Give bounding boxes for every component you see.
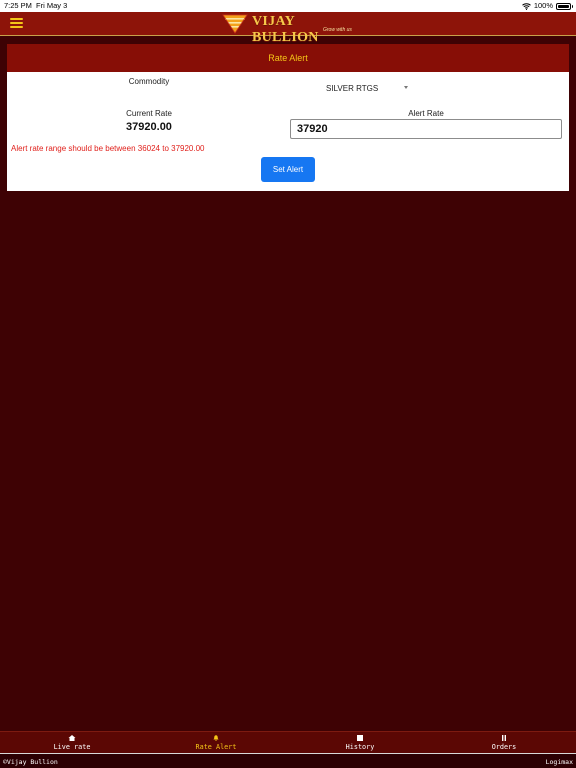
dropdown-caret-icon bbox=[404, 86, 408, 89]
set-alert-button[interactable]: Set Alert bbox=[261, 157, 315, 182]
alert-range-message: Alert rate range should be between 36024… bbox=[11, 144, 205, 153]
current-rate-label: Current Rate bbox=[126, 109, 172, 118]
status-bar: 7:25 PM Fri May 3 100% bbox=[0, 0, 576, 12]
commodity-selected-value: SILVER RTGS bbox=[326, 84, 379, 93]
status-date: Fri May 3 bbox=[36, 1, 68, 10]
footer: ©Vijay Bullion Logimax bbox=[0, 753, 576, 768]
battery-icon bbox=[556, 2, 573, 10]
app-header: VIJAY BULLION Grow with us bbox=[0, 12, 576, 45]
tab-label: Orders bbox=[491, 743, 517, 751]
tab-rate-alert[interactable]: Rate Alert bbox=[144, 732, 288, 754]
history-icon bbox=[357, 735, 363, 741]
footer-copyright: ©Vijay Bullion bbox=[3, 758, 58, 766]
alert-rate-label: Alert Rate bbox=[408, 109, 444, 118]
status-time: 7:25 PM bbox=[4, 1, 32, 10]
tab-live-rate[interactable]: Live rate bbox=[0, 732, 144, 754]
status-right: 100% bbox=[521, 0, 573, 12]
commodity-select[interactable]: SILVER RTGS bbox=[297, 81, 447, 95]
logo-tagline: Grow with us bbox=[323, 27, 352, 33]
card-title: Rate Alert bbox=[7, 44, 569, 72]
commodity-label: Commodity bbox=[128, 77, 170, 86]
tab-label: History bbox=[345, 743, 375, 751]
bell-icon bbox=[213, 735, 219, 741]
wifi-icon bbox=[521, 2, 531, 10]
rate-alert-card: Rate Alert Commodity SILVER RTGS Current… bbox=[7, 44, 569, 191]
brand-logo: VIJAY BULLION Grow with us bbox=[222, 13, 362, 45]
logo-mark-icon bbox=[222, 14, 248, 34]
battery-percent: 100% bbox=[533, 1, 553, 10]
home-icon bbox=[68, 735, 76, 741]
orders-icon bbox=[502, 735, 506, 741]
footer-vendor: Logimax bbox=[545, 758, 573, 766]
current-rate-value: 37920.00 bbox=[126, 121, 172, 133]
tab-label: Rate Alert bbox=[195, 743, 237, 751]
hamburger-menu-icon[interactable] bbox=[10, 18, 23, 29]
bottom-tab-bar: Live rate Rate Alert History Orders bbox=[0, 731, 576, 753]
tab-history[interactable]: History bbox=[288, 732, 432, 754]
tab-orders[interactable]: Orders bbox=[432, 732, 576, 754]
tab-label: Live rate bbox=[53, 743, 91, 751]
alert-rate-input[interactable] bbox=[290, 119, 562, 139]
